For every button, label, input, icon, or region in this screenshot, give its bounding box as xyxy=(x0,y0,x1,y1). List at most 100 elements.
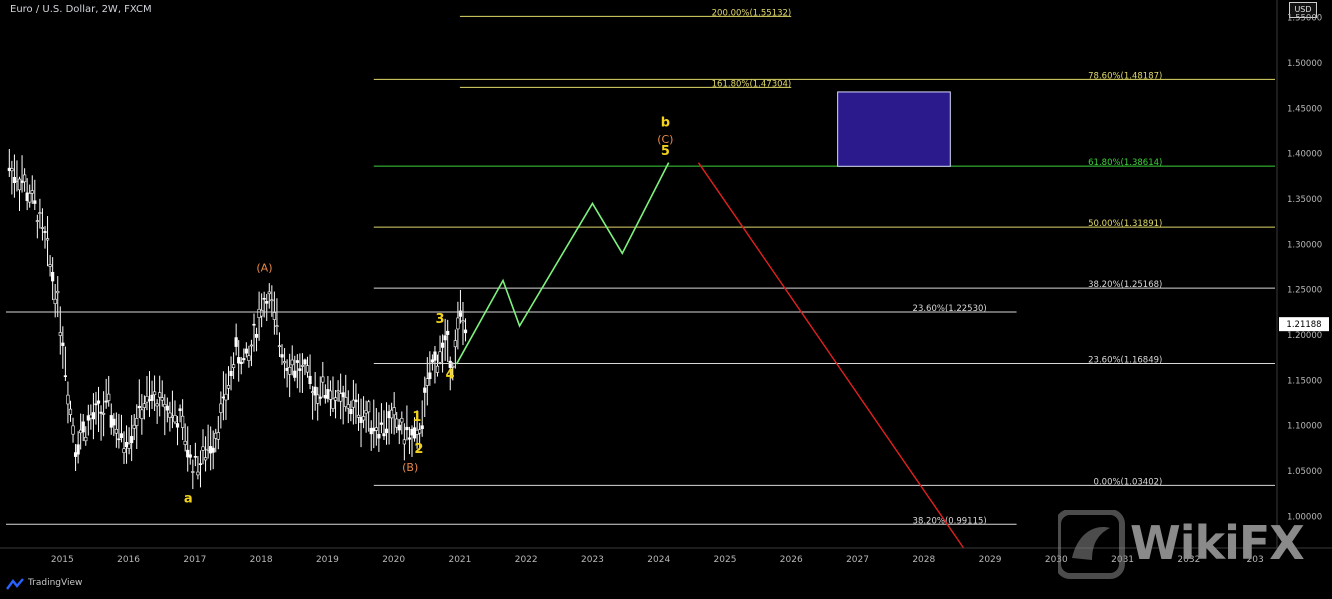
candle-body xyxy=(198,463,203,465)
tradingview-logo-icon xyxy=(6,578,24,590)
candle-body xyxy=(209,446,213,454)
candle-body xyxy=(203,457,208,461)
candle-body xyxy=(181,415,185,428)
candle-body xyxy=(313,386,317,396)
candle-body xyxy=(249,344,254,347)
candle-body xyxy=(206,448,210,451)
x-tick-label: 2029 xyxy=(979,555,1002,565)
candles-layer xyxy=(7,148,468,490)
candle-body xyxy=(453,340,457,348)
candle-body xyxy=(311,391,315,393)
candle-body xyxy=(25,192,29,201)
candle-body xyxy=(267,291,271,295)
candle-body xyxy=(173,415,177,423)
candle-body xyxy=(341,392,345,398)
candle-body xyxy=(446,330,450,335)
candle-body xyxy=(333,397,338,401)
candle-body xyxy=(382,433,386,437)
candle-body xyxy=(201,446,205,451)
candle-body xyxy=(132,424,136,429)
wave-label: 4 xyxy=(445,367,454,382)
candle-body xyxy=(260,309,264,317)
candle-body xyxy=(405,426,409,431)
candle-body xyxy=(326,389,330,399)
candle-body xyxy=(124,442,129,448)
candle-body xyxy=(224,393,228,401)
candle-body xyxy=(374,427,378,431)
candle-body xyxy=(66,394,70,405)
candle-body xyxy=(463,329,468,334)
candle-body xyxy=(303,359,307,365)
candle-body xyxy=(344,397,348,408)
x-tick-label: 2016 xyxy=(117,555,140,565)
x-tick-label: 2025 xyxy=(714,555,737,565)
candle-body xyxy=(79,429,83,434)
candle-body xyxy=(135,418,139,426)
candle-body xyxy=(96,400,101,404)
fib-layer: 200.00%(1.55132)78.60%(1.48187)161.80%(1… xyxy=(6,8,1275,526)
x-tick-label: 2019 xyxy=(316,555,339,565)
candle-body xyxy=(7,167,11,171)
candle-body xyxy=(163,404,167,408)
candle-body xyxy=(379,422,384,425)
candle-body xyxy=(252,323,256,326)
candle-body xyxy=(443,335,447,341)
y-tick-label: 1.05000 xyxy=(1287,467,1322,477)
candle-body xyxy=(275,325,279,327)
x-tick-label: 2022 xyxy=(515,555,538,565)
target-box-layer xyxy=(837,91,951,167)
candle-body xyxy=(346,404,350,409)
fib-level-label: 23.60%(1.16849) xyxy=(1088,356,1162,366)
x-tick-label: 2018 xyxy=(250,555,273,565)
y-tick-label: 1.20000 xyxy=(1287,331,1322,341)
candle-body xyxy=(402,439,406,445)
candle-body xyxy=(17,178,22,191)
candle-body xyxy=(339,393,343,402)
candle-body xyxy=(63,375,67,377)
candle-body xyxy=(61,342,65,346)
fib-level-label: 38.20%(1.25168) xyxy=(1088,280,1162,290)
candle-body xyxy=(438,351,442,363)
candle-body xyxy=(415,429,419,435)
candle-body xyxy=(272,312,276,320)
candle-body xyxy=(265,301,269,304)
candle-body xyxy=(440,342,445,348)
candle-body xyxy=(127,443,131,449)
y-tick-label: 1.45000 xyxy=(1287,104,1322,114)
candle-body xyxy=(308,375,312,384)
candle-body xyxy=(262,297,266,300)
candle-body xyxy=(20,180,24,183)
candle-body xyxy=(211,447,215,453)
candle-body xyxy=(175,423,180,428)
candle-body xyxy=(89,414,93,419)
x-tick-label: 2017 xyxy=(183,555,206,565)
candle-body xyxy=(56,291,60,294)
candle-body xyxy=(461,320,465,323)
candle-body xyxy=(219,403,223,413)
candle-body xyxy=(12,177,17,183)
candle-body xyxy=(214,432,218,439)
candle-body xyxy=(300,365,305,367)
candle-body xyxy=(186,449,190,458)
candle-body xyxy=(412,427,417,439)
candle-body xyxy=(155,403,159,407)
candle-body xyxy=(35,220,39,222)
y-tick-label: 1.10000 xyxy=(1287,422,1322,432)
tradingview-brand[interactable]: TradingView xyxy=(28,578,82,588)
wave-labels-layer: a(A)(B)1234b(C)5 xyxy=(184,115,674,506)
candle-body xyxy=(282,361,287,364)
projection-green-path xyxy=(455,162,670,365)
x-tick-label: 2015 xyxy=(51,555,74,565)
candle-body xyxy=(45,238,50,241)
candle-body xyxy=(372,427,376,432)
candle-body xyxy=(305,365,310,373)
candle-body xyxy=(71,425,75,435)
candle-body xyxy=(152,391,157,396)
candle-body xyxy=(318,396,322,399)
candle-body xyxy=(359,417,363,423)
candle-body xyxy=(216,432,220,440)
fib-level-label: 61.80%(1.38614) xyxy=(1088,158,1162,168)
candle-body xyxy=(40,227,45,229)
candle-body xyxy=(119,433,124,438)
candle-body xyxy=(109,415,113,428)
